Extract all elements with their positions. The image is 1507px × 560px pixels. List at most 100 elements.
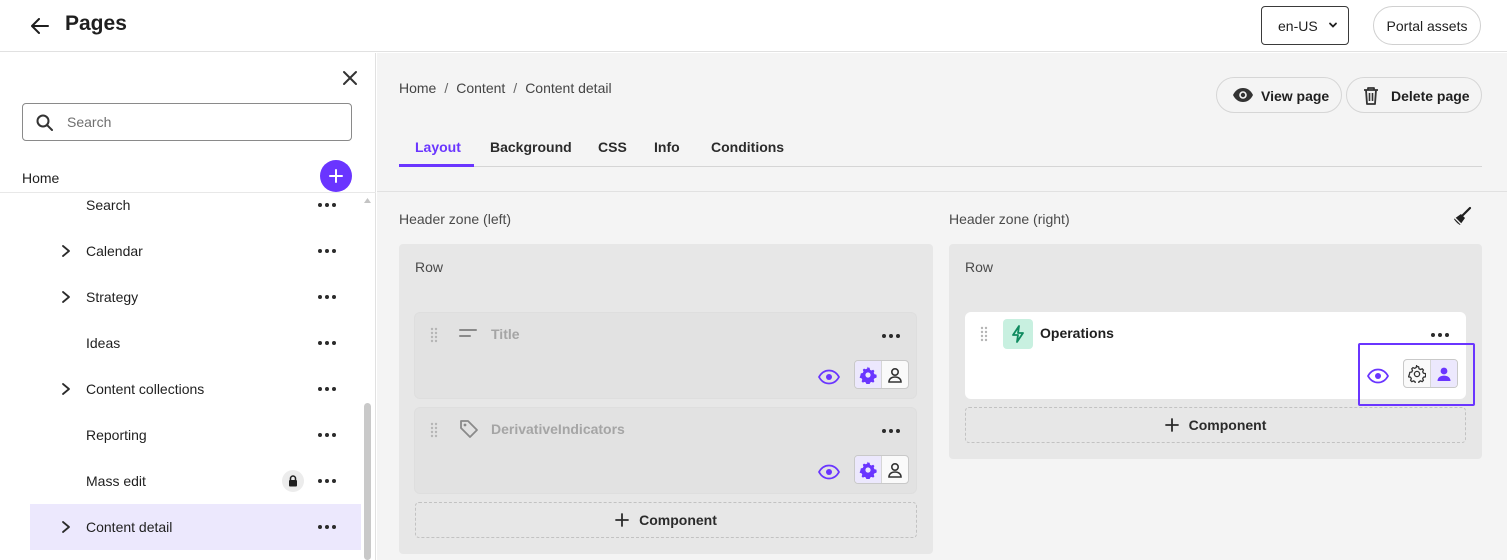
top-bar: Pages en-US Portal assets (0, 0, 1507, 52)
sidebar-item-label: Ideas (86, 335, 121, 351)
more-options-icon[interactable] (317, 519, 337, 535)
breadcrumb-current: Content detail (525, 80, 612, 96)
more-options-icon[interactable] (317, 381, 337, 397)
chevron-right-icon[interactable] (60, 290, 72, 304)
more-options-icon[interactable] (317, 335, 337, 351)
sidebar-item[interactable]: Calendar (30, 228, 361, 274)
add-component-button[interactable]: Component (415, 502, 917, 538)
drag-handle-icon[interactable] (430, 422, 438, 438)
visibility-eye-icon[interactable] (817, 460, 841, 484)
breadcrumb-separator: / (444, 80, 449, 96)
highlight-box (1358, 343, 1475, 406)
active-tab-indicator (399, 164, 474, 167)
drag-handle-icon[interactable] (430, 327, 438, 343)
locale-value: en-US (1278, 17, 1318, 34)
sidebar-item[interactable]: Content detail (30, 504, 361, 550)
more-options-icon[interactable] (317, 473, 337, 489)
view-page-label: View page (1261, 88, 1330, 104)
chevron-down-icon (1329, 22, 1337, 28)
page-title: Pages (65, 12, 127, 35)
sidebar-item[interactable]: Search (30, 182, 361, 228)
sidebar-item[interactable]: Content collections (30, 366, 361, 412)
main-content: Home / Content / Content detail View pag… (377, 53, 1507, 560)
chevron-right-icon[interactable] (60, 382, 72, 396)
tab-info[interactable]: Info (654, 139, 680, 155)
component-card-title[interactable]: Title (414, 312, 917, 399)
broom-icon[interactable] (1451, 206, 1473, 228)
more-options-icon[interactable] (1430, 331, 1450, 339)
delete-page-button[interactable]: Delete page (1346, 77, 1482, 113)
tab-bar: Layout Background CSS Info Conditions (399, 131, 1482, 167)
sidebar-item[interactable]: Mass edit (30, 458, 361, 504)
component-card-derivativeindicators[interactable]: DerivativeIndicators (414, 407, 917, 494)
sidebar-item-label: Calendar (86, 243, 143, 259)
divider (377, 191, 1507, 192)
trash-icon (1364, 87, 1378, 105)
tab-background[interactable]: Background (490, 139, 572, 155)
breadcrumb-separator: / (513, 80, 518, 96)
header-zone-left-title: Header zone (left) (399, 211, 512, 227)
breadcrumb-home[interactable]: Home (399, 80, 436, 96)
pages-sidebar: Home SearchCalendarStrategyIdeasContent … (0, 53, 376, 560)
sidebar-item-label: Reporting (86, 427, 147, 443)
sidebar-item-label: Content collections (86, 381, 205, 397)
tab-layout[interactable]: Layout (415, 139, 461, 155)
more-options-icon[interactable] (317, 289, 337, 305)
row-label: Row (415, 259, 444, 275)
add-component-button[interactable]: Component (965, 407, 1466, 443)
more-options-icon[interactable] (881, 332, 901, 340)
header-zone-right-title: Header zone (right) (949, 211, 1070, 227)
search-input[interactable] (67, 112, 337, 132)
tab-conditions[interactable]: Conditions (711, 139, 784, 155)
scrollbar-thumb[interactable] (364, 403, 371, 560)
chevron-right-icon[interactable] (60, 244, 72, 258)
lock-icon (282, 470, 304, 492)
settings-user-toggle (854, 455, 909, 484)
add-component-label: Component (1188, 417, 1267, 433)
sidebar-item-label: Strategy (86, 289, 139, 305)
drag-handle-icon[interactable] (980, 326, 988, 342)
view-page-button[interactable]: View page (1216, 77, 1342, 113)
more-options-icon[interactable] (317, 197, 337, 213)
close-icon[interactable] (340, 68, 360, 88)
chevron-right-icon[interactable] (60, 520, 72, 534)
sidebar-item[interactable]: Reporting (30, 412, 361, 458)
component-name: DerivativeIndicators (491, 421, 625, 437)
row-label: Row (965, 259, 994, 275)
sidebar-item[interactable]: Ideas (30, 320, 361, 366)
user-icon[interactable] (881, 361, 908, 388)
eye-icon (1233, 88, 1253, 102)
lightning-icon (1003, 319, 1033, 349)
sidebar-item-label: Search (86, 197, 131, 213)
component-name: Title (491, 326, 520, 342)
component-name: Operations (1040, 325, 1114, 341)
plus-icon (329, 169, 343, 183)
sidebar-item-label: Mass edit (86, 473, 146, 489)
search-field (22, 103, 352, 141)
visibility-eye-icon[interactable] (817, 365, 841, 389)
sidebar-scrollbar[interactable] (363, 193, 372, 560)
scroll-up-icon[interactable] (364, 197, 371, 203)
add-component-label: Component (639, 512, 717, 528)
sidebar-item[interactable]: Strategy (30, 274, 361, 320)
gear-icon[interactable] (855, 361, 882, 388)
gear-icon[interactable] (855, 456, 882, 483)
plus-icon (1164, 418, 1179, 432)
more-options-icon[interactable] (317, 427, 337, 443)
locale-select[interactable]: en-US (1261, 6, 1349, 45)
tag-icon (460, 420, 478, 438)
more-options-icon[interactable] (881, 427, 901, 435)
breadcrumb: Home / Content / Content detail (399, 80, 612, 96)
user-icon[interactable] (881, 456, 908, 483)
search-icon (36, 114, 53, 131)
text-lines-icon (459, 329, 477, 337)
back-arrow-icon[interactable] (28, 14, 52, 38)
settings-user-toggle (854, 360, 909, 389)
delete-page-label: Delete page (1391, 88, 1470, 104)
tab-css[interactable]: CSS (598, 139, 627, 155)
sidebar-item-label: Content detail (86, 519, 173, 535)
more-options-icon[interactable] (317, 243, 337, 259)
header-zone-left: Row Title DerivativeIndicators Component (399, 244, 933, 554)
portal-assets-button[interactable]: Portal assets (1373, 6, 1481, 45)
breadcrumb-content[interactable]: Content (456, 80, 505, 96)
